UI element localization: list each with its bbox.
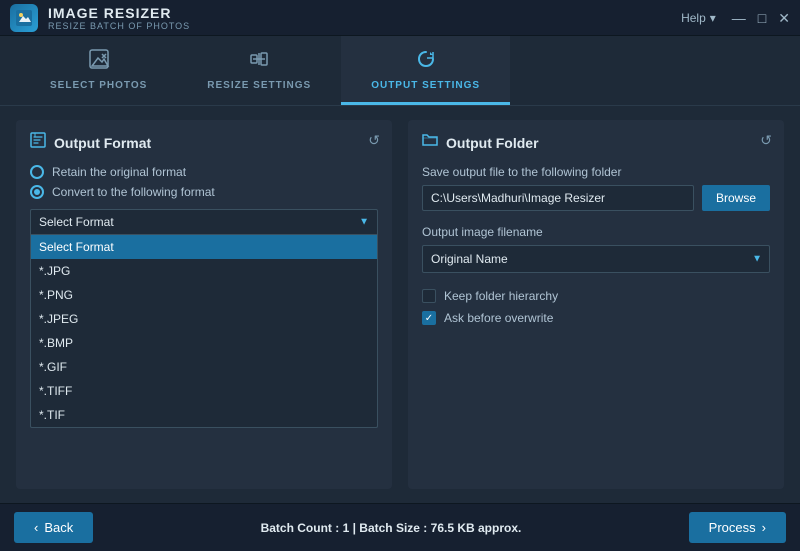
keep-hierarchy-checkbox-box [422, 289, 436, 303]
output-folder-header: Output Folder [422, 132, 770, 153]
keep-hierarchy-checkbox[interactable]: Keep folder hierarchy [422, 289, 770, 303]
batch-size-prefix: | Batch Size : [349, 521, 430, 535]
process-arrow: › [762, 520, 766, 535]
format-dropdown-value: Select Format [39, 215, 349, 229]
retain-format-radio[interactable]: Retain the original format [30, 165, 378, 179]
ask-overwrite-label: Ask before overwrite [444, 311, 553, 325]
format-dropdown-arrow: ▼ [359, 217, 369, 228]
titlebar-text: IMAGE RESIZER RESIZE BATCH OF PHOTOS [48, 5, 190, 31]
output-format-panel: Output Format ↺ Retain the original form… [16, 120, 392, 489]
format-radio-group: Retain the original format Convert to th… [30, 165, 378, 199]
step-resize-settings[interactable]: RESIZE SETTINGS [177, 36, 341, 105]
convert-format-label: Convert to the following format [52, 185, 215, 199]
format-dropdown-container: Select Format ▼ Select Format *.JPG *.PN… [30, 209, 378, 428]
format-option-png[interactable]: *.PNG [31, 283, 377, 307]
maximize-button[interactable]: □ [758, 11, 766, 25]
back-label: Back [44, 520, 73, 535]
steps-navigation: SELECT PHOTOS RESIZE SETTINGS OUTPUT SET… [0, 36, 800, 106]
window-controls: — □ ✕ [732, 11, 790, 25]
format-option-jpeg[interactable]: *.JPEG [31, 307, 377, 331]
output-folder-panel: Output Folder ↺ Save output file to the … [408, 120, 784, 489]
format-option-tif[interactable]: *.TIF [31, 403, 377, 427]
step-resize-settings-label: RESIZE SETTINGS [207, 80, 311, 91]
help-chevron: ▾ [710, 11, 716, 25]
keep-hierarchy-label: Keep folder hierarchy [444, 289, 558, 303]
folder-path-input[interactable] [422, 185, 694, 211]
step-select-photos-label: SELECT PHOTOS [50, 80, 147, 91]
output-settings-icon [415, 48, 437, 76]
batch-size: 76.5 KB approx. [431, 521, 522, 535]
close-button[interactable]: ✕ [778, 11, 790, 25]
ask-overwrite-checkbox[interactable]: ✓ Ask before overwrite [422, 311, 770, 325]
filename-dropdown[interactable]: Original Name Custom Name Sequential [422, 245, 770, 273]
app-icon [10, 4, 38, 32]
format-option-tiff[interactable]: *.TIFF [31, 379, 377, 403]
output-folder-icon [422, 132, 438, 153]
save-folder-label: Save output file to the following folder [422, 165, 770, 179]
output-format-title: Output Format [54, 135, 151, 151]
help-label: Help [681, 11, 706, 25]
step-output-settings[interactable]: OUTPUT SETTINGS [341, 36, 510, 105]
filename-label: Output image filename [422, 225, 770, 239]
app-title: IMAGE RESIZER [48, 5, 190, 21]
select-photos-icon [88, 48, 110, 76]
bottom-bar: ‹ Back Batch Count : 1 | Batch Size : 76… [0, 503, 800, 551]
checkbox-group: Keep folder hierarchy ✓ Ask before overw… [422, 289, 770, 325]
step-output-settings-label: OUTPUT SETTINGS [371, 80, 480, 91]
back-arrow: ‹ [34, 520, 38, 535]
convert-format-radio[interactable]: Convert to the following format [30, 185, 378, 199]
step-select-photos[interactable]: SELECT PHOTOS [20, 36, 177, 105]
retain-format-label: Retain the original format [52, 165, 186, 179]
output-folder-title: Output Folder [446, 135, 539, 151]
output-format-header: Output Format [30, 132, 378, 153]
resize-settings-icon [248, 48, 270, 76]
process-label: Process [709, 520, 756, 535]
folder-input-row: Browse [422, 185, 770, 211]
help-button[interactable]: Help ▾ [681, 11, 716, 25]
output-folder-refresh-button[interactable]: ↺ [760, 132, 772, 149]
titlebar: IMAGE RESIZER RESIZE BATCH OF PHOTOS Hel… [0, 0, 800, 36]
batch-info: Batch Count : 1 | Batch Size : 76.5 KB a… [261, 521, 522, 535]
titlebar-left: IMAGE RESIZER RESIZE BATCH OF PHOTOS [10, 4, 190, 32]
output-format-refresh-button[interactable]: ↺ [368, 132, 380, 149]
format-dropdown-list: Select Format *.JPG *.PNG *.JPEG *.BMP *… [30, 235, 378, 428]
format-option-bmp[interactable]: *.BMP [31, 331, 377, 355]
main-content: Output Format ↺ Retain the original form… [0, 106, 800, 503]
output-format-icon [30, 132, 46, 153]
convert-format-radio-circle [30, 185, 44, 199]
titlebar-right: Help ▾ — □ ✕ [681, 11, 790, 25]
process-button[interactable]: Process › [689, 512, 786, 543]
format-option-jpg[interactable]: *.JPG [31, 259, 377, 283]
back-button[interactable]: ‹ Back [14, 512, 93, 543]
ask-overwrite-checkbox-box: ✓ [422, 311, 436, 325]
retain-format-radio-circle [30, 165, 44, 179]
app-subtitle: RESIZE BATCH OF PHOTOS [48, 21, 190, 31]
minimize-button[interactable]: — [732, 11, 746, 25]
browse-button[interactable]: Browse [702, 185, 770, 211]
format-option-select[interactable]: Select Format [31, 235, 377, 259]
format-option-gif[interactable]: *.GIF [31, 355, 377, 379]
batch-count-prefix: Batch Count : [261, 521, 343, 535]
filename-dropdown-container: Original Name Custom Name Sequential ▼ [422, 245, 770, 273]
